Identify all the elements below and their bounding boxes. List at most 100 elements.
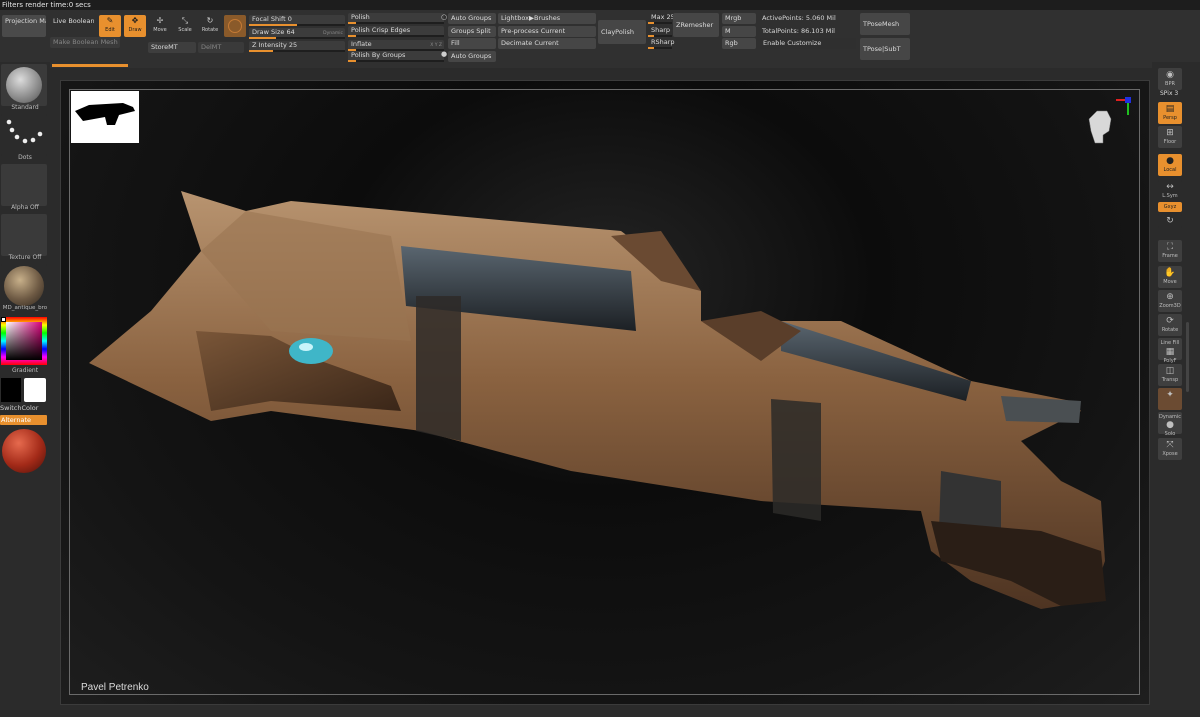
groups-split-button[interactable]: Groups Split [448,26,496,37]
fill-button[interactable]: Fill [448,38,496,49]
artist-signature: Pavel Petrenko [81,682,149,693]
edit-icon: ✎ [106,16,114,25]
projection-master-button[interactable]: Projection Master [2,15,46,37]
ghost-button[interactable]: ✦ [1158,388,1182,410]
rotate-axis-button[interactable]: ↻ [1158,214,1182,228]
color-ring-icon [228,19,242,33]
move-view-button[interactable]: ✋ Move [1158,266,1182,288]
strap-rear [771,399,821,521]
top-toolbar: Projection Master Live Boolean Make Bool… [0,10,1200,68]
material-sphere-icon [4,266,44,306]
decimate-current-button[interactable]: Decimate Current [498,38,596,49]
right-shelf: ◉ BPR SPix 3 ▤ Persp ⊞ Floor ● Local ↔ L.Sym … [1152,62,1200,717]
solo-button[interactable]: Dynamic ● Solo [1158,412,1182,437]
polyf-button[interactable]: Line Fill ▦ PolyF [1158,338,1182,364]
left-shelf: Standard Dots Alpha Off Texture Off MD_a… [0,62,50,717]
tpose-mesh-button[interactable]: TPoseMesh [860,13,910,35]
draw-size-slider[interactable]: Draw Size 64 Dynamic [249,28,345,39]
polish-slider[interactable]: Polish [348,13,444,24]
main-color-swatch[interactable] [24,378,46,402]
scale-tool-button[interactable]: ⤡ Scale [174,15,196,37]
inflate-slider[interactable]: Inflate X Y Z [348,40,444,51]
gxyz-button[interactable]: Gxyz [1158,202,1182,212]
live-boolean-button[interactable]: Live Boolean [50,16,94,27]
delmt-button[interactable]: DelMT [198,42,244,53]
lsym-button[interactable]: ↔ L.Sym [1158,180,1182,202]
xpose-button[interactable]: ⤧ Xpose [1158,438,1182,460]
bpr-icon: ◉ [1166,70,1174,80]
gizmo-head[interactable] [1081,97,1131,147]
polyf-icon: ▦ [1165,347,1175,357]
switch-color-button[interactable]: SwitchColor [0,404,38,412]
stroke-selector[interactable] [1,114,47,156]
z-intensity-slider[interactable]: Z Intensity 25 [249,41,345,52]
rgb-button[interactable]: Rgb [722,38,756,49]
secondary-color-swatch[interactable] [1,378,21,402]
tpose-subt-button[interactable]: TPose|SubT [860,38,910,60]
trigger-block [1001,396,1081,423]
rsharp-slider[interactable]: RSharp [648,38,675,49]
groups-dot-icon[interactable]: ● [441,50,447,58]
floor-button[interactable]: ⊞ Floor [1158,126,1182,148]
polish-circle-icon[interactable]: ○ [441,13,447,21]
color-picker[interactable] [1,317,47,365]
local-icon: ● [1166,156,1174,166]
sharp-slider[interactable]: Sharp [648,26,672,37]
saturation-square[interactable] [6,322,42,360]
draw-icon: ✥ [131,16,139,25]
polish-by-groups-slider[interactable]: Polish By Groups [348,51,444,62]
transp-button[interactable]: ◫ Transp [1158,364,1182,386]
brush-selector[interactable] [1,64,47,106]
bpr-button[interactable]: ◉ BPR [1158,68,1182,90]
mrgb-button[interactable]: Mrgb [722,13,756,24]
move-tool-button[interactable]: ✢ Move [149,15,171,37]
alpha-label: Alpha Off [11,204,39,211]
rotate-tool-button[interactable]: ↻ Rotate [199,15,221,37]
claypolish-button[interactable]: ClayPolish [598,20,646,44]
local-button[interactable]: ● Local [1158,154,1182,176]
lsym-icon: ↔ [1166,182,1174,192]
alpha-selector[interactable] [1,164,47,206]
frame-button[interactable]: ⛶ Frame [1158,240,1182,262]
alternate-button[interactable]: Alternate [0,415,47,425]
ghost-icon: ✦ [1166,390,1174,400]
draw-tool-button[interactable]: ✥ Draw [124,15,146,37]
auto-groups-button[interactable]: Auto Groups [448,13,496,24]
rotate-view-button[interactable]: ⟳ Rotate [1158,314,1182,336]
lightbox-brushes-button[interactable]: Lightbox▶Brushes [498,13,596,24]
persp-icon: ▤ [1165,104,1175,114]
rgb-color-swatch[interactable] [224,15,246,37]
material-selector[interactable] [1,264,47,306]
auto-groups-button-2[interactable]: Auto Groups [448,51,496,62]
canvas-viewport[interactable]: Pavel Petrenko [60,80,1150,705]
rotate-axis-icon: ↻ [1166,216,1174,226]
scale-icon: ⤡ [181,16,189,25]
preprocess-current-button[interactable]: Pre-process Current [498,26,596,37]
spix-slider[interactable]: SPix 3 [1160,90,1178,97]
frame-icon: ⛶ [1166,242,1174,252]
make-boolean-mesh-button[interactable]: Make Boolean Mesh [50,37,120,48]
stroke-label: Dots [18,154,32,161]
zoom3d-button[interactable]: ⊕ Zoom3D [1158,290,1182,312]
dots-stroke-icon [6,119,43,144]
m-button[interactable]: M [722,26,756,37]
active-points: ActivePoints: 5.060 Mil [762,14,836,22]
texture-selector[interactable] [1,214,47,256]
transp-icon: ◫ [1165,366,1175,376]
rotate-icon: ↻ [206,16,214,25]
scrollbar[interactable] [1186,322,1189,392]
xpose-icon: ⤧ [1166,440,1174,450]
model-render [89,191,1106,609]
focal-shift-slider[interactable]: Focal Shift 0 [249,15,345,26]
persp-button[interactable]: ▤ Persp [1158,102,1182,124]
zremesher-button[interactable]: ZRemesher [673,13,719,37]
floor-icon: ⊞ [1166,128,1174,138]
max-slider[interactable]: Max 25 [648,13,675,24]
material-preview-icon [2,429,46,473]
polish-crisp-edges-slider[interactable]: Polish Crisp Edges [348,26,444,37]
storemt-button[interactable]: StoreMT [148,42,196,53]
zoom-icon: ⊕ [1166,292,1174,302]
color-marker[interactable] [1,317,6,322]
enable-customize-button[interactable]: Enable Customize [760,38,856,49]
edit-tool-button[interactable]: ✎ Edit [99,15,121,37]
